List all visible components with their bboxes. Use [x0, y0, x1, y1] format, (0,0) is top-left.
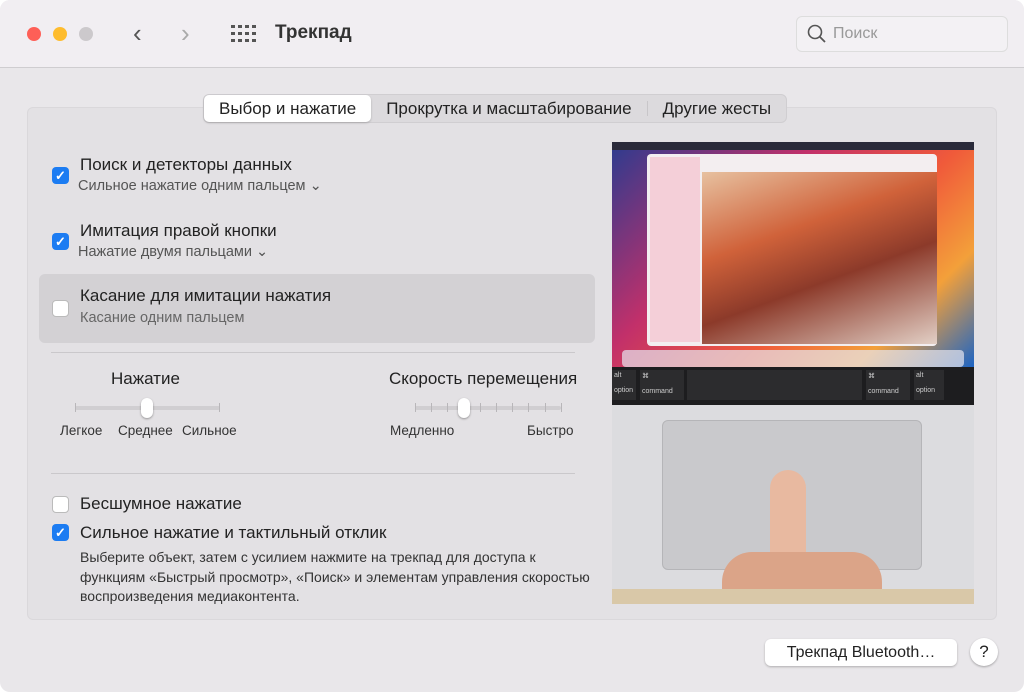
tab-more-gestures[interactable]: Другие жесты [648, 95, 786, 122]
zoom-button[interactable] [79, 27, 93, 41]
lookup-gesture-dropdown[interactable]: Сильное нажатие одним пальцем ⌄ [78, 178, 322, 194]
key-option-right: alt option [914, 370, 944, 400]
search-input[interactable]: Поиск [796, 16, 1008, 52]
speed-slow-label: Медленно [390, 423, 455, 438]
force-click-description: Выберите объект, затем с усилием нажмите… [80, 549, 590, 604]
lookup-gesture-value: Сильное нажатие одним пальцем [78, 178, 306, 194]
tap-to-click-checkbox[interactable] [52, 300, 69, 317]
click-medium-label: Среднее [118, 423, 173, 438]
selected-row-highlight [39, 274, 595, 343]
speed-tick [479, 403, 481, 412]
chevron-down-icon: ⌄ [309, 178, 322, 194]
key-command-left: ⌘ command [640, 370, 684, 400]
tap-to-click-sub: Касание одним пальцем [80, 310, 245, 326]
speed-tick [528, 403, 530, 412]
click-light-label: Легкое [60, 423, 103, 438]
secondary-click-dropdown[interactable]: Нажатие двумя пальцами ⌄ [78, 244, 268, 260]
speed-fast-label: Быстро [527, 423, 574, 438]
divider [51, 473, 575, 474]
silent-click-label: Бесшумное нажатие [80, 494, 242, 513]
tap-to-click-label: Касание для имитации нажатия [80, 286, 332, 305]
chevron-down-icon: ⌄ [256, 244, 269, 260]
forward-icon[interactable]: › [181, 18, 190, 49]
speed-tick [544, 403, 546, 412]
tab-point-and-click[interactable]: Выбор и нажатие [204, 95, 372, 122]
key-option-left: alt option [612, 370, 636, 400]
speed-tick [431, 403, 433, 412]
tab-bar: Выбор и нажатие Прокрутка и масштабирова… [203, 94, 788, 123]
divider [51, 352, 575, 353]
lookup-checkbox[interactable]: ✓ [52, 167, 69, 184]
gesture-preview-video: alt option ⌘ command ⌘ command alt option [612, 142, 974, 604]
click-slider-title: Нажатие [111, 369, 180, 388]
speed-slider-thumb[interactable] [457, 398, 470, 418]
key-command-right: ⌘ command [866, 370, 910, 400]
speed-slider-title: Скорость перемещения [389, 369, 578, 388]
force-click-label: Сильное нажатие и тактильный отклик [80, 523, 387, 542]
tab-scroll-and-zoom[interactable]: Прокрутка и масштабирование [371, 95, 646, 122]
search-icon [807, 24, 826, 43]
bluetooth-trackpad-button[interactable]: Трекпад Bluetooth… [765, 639, 957, 666]
force-click-checkbox[interactable]: ✓ [52, 524, 69, 541]
lookup-label: Поиск и детекторы данных [80, 155, 292, 174]
speed-tick [512, 403, 514, 412]
speed-tick [415, 403, 416, 412]
silent-click-checkbox[interactable] [52, 496, 69, 513]
trackpad-preferences-window: ‹ › Трекпад Поиск Выбор и нажатие Прокру… [0, 0, 1024, 692]
speed-tick [560, 403, 562, 412]
speed-tick [496, 403, 497, 412]
close-button[interactable] [27, 27, 41, 41]
speed-tick [447, 403, 449, 412]
secondary-click-checkbox[interactable]: ✓ [52, 233, 69, 250]
secondary-click-value: Нажатие двумя пальцами [78, 244, 252, 260]
minimize-button[interactable] [53, 27, 67, 41]
help-button[interactable]: ? [970, 638, 998, 666]
search-placeholder: Поиск [833, 25, 878, 42]
secondary-click-label: Имитация правой кнопки [80, 221, 277, 240]
show-all-grid-icon[interactable] [231, 25, 256, 43]
click-firm-label: Сильное [182, 423, 237, 438]
back-icon[interactable]: ‹ [133, 18, 142, 49]
click-slider-thumb[interactable] [141, 398, 153, 418]
window-title: Трекпад [275, 22, 352, 43]
toolbar: ‹ › Трекпад Поиск [0, 0, 1024, 68]
